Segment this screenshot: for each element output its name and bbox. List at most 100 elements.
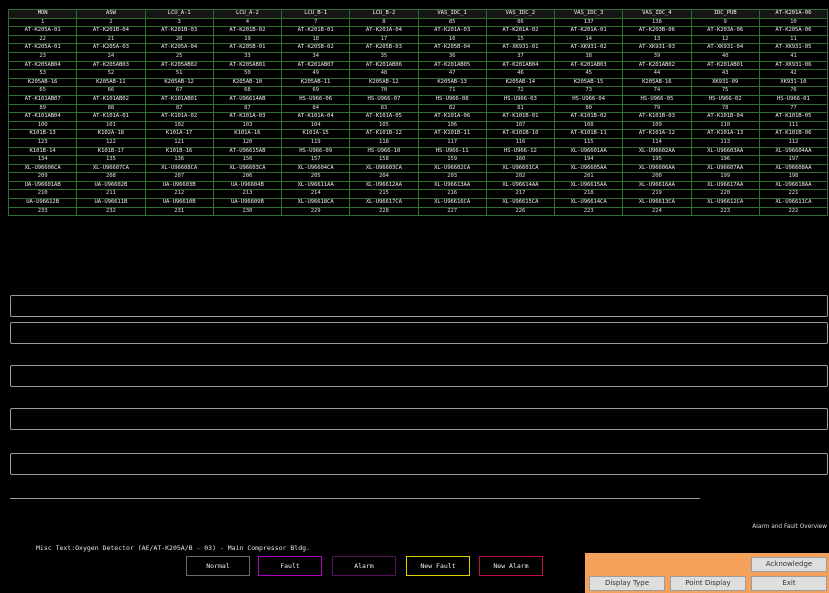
grid-point-cell[interactable]: 67 bbox=[144, 86, 214, 96]
grid-point-cell[interactable]: 197 bbox=[758, 155, 829, 165]
grid-point-cell[interactable]: 110 bbox=[690, 120, 760, 131]
grid-point-cell[interactable]: 106 bbox=[417, 120, 487, 131]
grid-point-cell[interactable]: 224 bbox=[622, 206, 692, 217]
grid-point-cell[interactable]: 157 bbox=[280, 155, 351, 165]
grid-point-cell[interactable]: XL-U96601CA bbox=[485, 163, 556, 174]
grid-point-cell[interactable]: 136 bbox=[144, 155, 214, 165]
grid-point-cell[interactable]: K101B-16 bbox=[144, 146, 214, 157]
grid-point-cell[interactable]: HS-U966-02 bbox=[690, 94, 760, 105]
grid-point-cell[interactable]: 202 bbox=[485, 172, 556, 182]
grid-point-cell[interactable]: 24 bbox=[76, 51, 146, 62]
grid-point-cell[interactable]: XL-U96612CA bbox=[690, 198, 760, 208]
grid-point-cell[interactable]: AT-K205A-06 bbox=[758, 26, 829, 36]
grid-point-cell[interactable]: AT-K101B-01 bbox=[485, 112, 556, 122]
grid-point-cell[interactable]: 66 bbox=[76, 86, 146, 96]
grid-point-cell[interactable]: 214 bbox=[280, 189, 351, 200]
grid-point-cell[interactable]: 53 bbox=[7, 69, 78, 79]
grid-point-cell[interactable]: K205AB-11 bbox=[76, 77, 146, 88]
grid-point-cell[interactable]: 206 bbox=[212, 172, 283, 182]
grid-point-cell[interactable]: XL-U96617CA bbox=[349, 198, 419, 208]
grid-point-cell[interactable]: 1 bbox=[7, 17, 78, 28]
grid-point-cell[interactable]: XL-U96602CA bbox=[417, 163, 487, 174]
grid-point-cell[interactable]: AT-K205B-02 bbox=[280, 43, 351, 53]
grid-point-cell[interactable]: AT-K201AB04 bbox=[485, 60, 556, 71]
grid-point-cell[interactable]: 114 bbox=[622, 137, 692, 148]
grid-point-cell[interactable]: 69 bbox=[280, 86, 351, 96]
grid-point-cell[interactable]: UA-U96610B bbox=[144, 198, 214, 208]
grid-point-cell[interactable]: XL-U96611AA bbox=[280, 180, 351, 191]
grid-point-cell[interactable]: AT-K201B-02 bbox=[212, 26, 283, 36]
grid-point-cell[interactable]: 9 bbox=[690, 17, 760, 28]
grid-point-cell[interactable]: 213 bbox=[212, 189, 283, 200]
grid-point-cell[interactable]: 48 bbox=[349, 69, 419, 79]
grid-point-cell[interactable]: 205 bbox=[280, 172, 351, 182]
grid-point-cell[interactable]: XL-U96608CA bbox=[144, 163, 214, 174]
grid-point-cell[interactable]: 81 bbox=[485, 103, 556, 114]
grid-point-cell[interactable]: 109 bbox=[622, 120, 692, 131]
grid-point-cell[interactable]: 13 bbox=[622, 34, 692, 45]
grid-point-cell[interactable]: AT-K201A-03 bbox=[417, 26, 487, 36]
grid-point-cell[interactable]: 122 bbox=[76, 137, 146, 148]
grid-point-cell[interactable]: XL-U96613AA bbox=[417, 180, 487, 191]
grid-point-cell[interactable]: 73 bbox=[553, 86, 624, 96]
grid-point-cell[interactable]: 43 bbox=[690, 69, 760, 79]
grid-point-cell[interactable]: 121 bbox=[144, 137, 214, 148]
grid-point-cell[interactable]: XL-U96615AA bbox=[553, 180, 624, 191]
grid-point-cell[interactable]: 41 bbox=[758, 51, 829, 62]
grid-point-cell[interactable]: AT-K203B-06 bbox=[622, 26, 692, 36]
grid-point-cell[interactable]: 50 bbox=[212, 69, 283, 79]
grid-point-cell[interactable]: 102 bbox=[144, 120, 214, 131]
grid-point-cell[interactable]: 42 bbox=[758, 69, 829, 79]
grid-point-cell[interactable]: 135 bbox=[76, 155, 146, 165]
grid-point-cell[interactable]: 14 bbox=[553, 34, 624, 45]
grid-point-cell[interactable]: 72 bbox=[485, 86, 556, 96]
grid-point-cell[interactable]: XL-U96603CA bbox=[212, 163, 283, 174]
grid-point-cell[interactable]: XL-U96612AA bbox=[349, 180, 419, 191]
grid-point-cell[interactable]: AT-U96615AB bbox=[212, 146, 283, 157]
grid-point-cell[interactable]: 230 bbox=[212, 206, 283, 217]
grid-point-cell[interactable]: HS-U966-09 bbox=[280, 146, 351, 157]
grid-point-cell[interactable]: 218 bbox=[553, 189, 624, 200]
grid-point-cell[interactable]: 49 bbox=[280, 69, 351, 79]
grid-point-cell[interactable]: 207 bbox=[144, 172, 214, 182]
grid-point-cell[interactable]: 87 bbox=[212, 103, 283, 114]
grid-point-cell[interactable]: 210 bbox=[7, 189, 78, 200]
grid-point-cell[interactable]: XL-U96616CA bbox=[417, 198, 487, 208]
grid-point-cell[interactable]: 87 bbox=[144, 103, 214, 114]
grid-point-cell[interactable]: 36 bbox=[417, 51, 487, 62]
grid-point-cell[interactable]: 89 bbox=[7, 103, 78, 114]
grid-point-cell[interactable]: 86 bbox=[485, 17, 556, 28]
grid-point-cell[interactable]: HS-U966-10 bbox=[349, 146, 419, 157]
legend-new-fault-button[interactable]: New Fault bbox=[406, 556, 470, 576]
grid-point-cell[interactable]: 123 bbox=[7, 137, 78, 148]
grid-point-cell[interactable]: 44 bbox=[622, 69, 692, 79]
grid-point-cell[interactable]: 21 bbox=[76, 34, 146, 45]
grid-point-cell[interactable]: HS-U966-03 bbox=[485, 94, 556, 105]
grid-point-cell[interactable]: 11 bbox=[758, 34, 829, 45]
grid-point-cell[interactable]: K205AB-16 bbox=[622, 77, 692, 88]
grid-point-cell[interactable]: 35 bbox=[349, 51, 419, 62]
grid-point-cell[interactable]: 138 bbox=[622, 17, 692, 28]
grid-point-cell[interactable]: AT-K201AB05 bbox=[417, 60, 487, 71]
grid-point-cell[interactable]: 12 bbox=[690, 34, 760, 45]
grid-point-cell[interactable]: 105 bbox=[349, 120, 419, 131]
grid-point-cell[interactable]: 75 bbox=[690, 86, 760, 96]
grid-point-cell[interactable]: AT-K101A-01 bbox=[76, 112, 146, 122]
grid-point-cell[interactable]: HS-U966-12 bbox=[485, 146, 556, 157]
grid-point-cell[interactable]: AT-K205AB03 bbox=[76, 60, 146, 71]
grid-point-cell[interactable]: AT-K101A-13 bbox=[690, 129, 760, 139]
grid-point-cell[interactable]: 215 bbox=[349, 189, 419, 200]
grid-point-cell[interactable]: K101A-17 bbox=[144, 129, 214, 139]
grid-point-cell[interactable]: 232 bbox=[76, 206, 146, 217]
grid-point-cell[interactable]: 227 bbox=[417, 206, 487, 217]
grid-point-cell[interactable]: AT-K101A-12 bbox=[622, 129, 692, 139]
grid-point-cell[interactable]: 76 bbox=[758, 86, 829, 96]
grid-point-cell[interactable]: XL-U96618AA bbox=[758, 180, 829, 191]
grid-point-cell[interactable]: 79 bbox=[622, 103, 692, 114]
grid-point-cell[interactable]: AT-XK931-02 bbox=[553, 43, 624, 53]
grid-point-cell[interactable]: K101B-14 bbox=[7, 146, 78, 157]
grid-point-cell[interactable]: 70 bbox=[349, 86, 419, 96]
grid-point-cell[interactable]: 112 bbox=[758, 137, 829, 148]
grid-point-cell[interactable]: AT-K201A-04 bbox=[349, 26, 419, 36]
grid-point-cell[interactable]: XL-U96611CA bbox=[758, 198, 829, 208]
